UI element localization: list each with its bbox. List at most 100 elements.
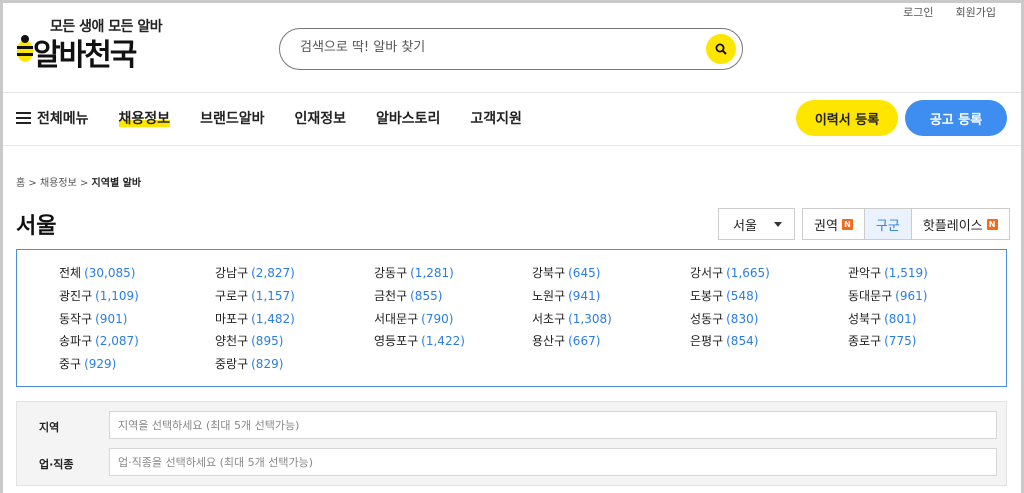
district-name: 영등포구 [374,334,419,348]
filter-footer [16,485,1007,493]
district-name: 금천구 [374,289,408,303]
city-select[interactable]: 서울 [718,208,795,240]
all-menu-button[interactable]: 전체메뉴 [16,108,89,128]
signup-link[interactable]: 회원가입 [956,4,996,20]
district-item[interactable]: 동작구 (901) [59,310,127,327]
district-item[interactable]: 강서구 (1,665) [690,264,770,281]
district-item[interactable]: 전체 (30,085) [59,264,135,281]
district-item[interactable]: 동대문구 (961) [848,287,927,304]
district-count: (829) [251,357,284,371]
nav-item-label: 브랜드알바 [200,111,265,127]
tab-district[interactable]: 구군 [864,209,912,239]
district-item[interactable]: 양천구 (895) [215,332,283,349]
district-list: 전체 (30,085) 강남구 (2,827) 강동구 (1,281) 강북구 (645) 강서… [16,249,1007,387]
district-item[interactable]: 강북구 (645) [532,264,600,281]
filter-panel: 지역 지역을 선택하세요 (최대 5개 선택가능) 업·직종 업·직종을 선택하… [16,401,1007,493]
district-count: (854) [726,334,759,348]
district-item[interactable]: 구로구 (1,157) [215,287,295,304]
region-filter-label: 지역 [39,421,60,434]
tab-label: 권역 [814,218,838,234]
district-name: 강서구 [690,266,724,280]
district-name: 은평구 [690,334,724,348]
tab-hotplace[interactable]: 핫플레이스 N [912,209,1009,239]
all-menu-label: 전체메뉴 [37,111,89,127]
district-count: (1,422) [421,334,465,348]
district-item[interactable]: 중랑구 (829) [215,355,283,372]
district-count: (961) [895,289,928,303]
nav-item-label: 채용정보 [118,111,171,127]
district-name: 노원구 [532,289,566,303]
district-count: (2,827) [251,266,295,280]
district-count: (1,665) [726,266,770,280]
search-button[interactable] [706,34,736,64]
district-name: 성동구 [690,312,724,326]
district-name: 강동구 [374,266,408,280]
district-name: 광진구 [59,289,93,303]
district-name: 마포구 [215,312,249,326]
district-item[interactable]: 송파구 (2,087) [59,332,139,349]
district-count: (1,157) [251,289,295,303]
search-icon [715,43,727,55]
district-item[interactable]: 강동구 (1,281) [374,264,454,281]
nav-item-talent[interactable]: 인재정보 [294,108,346,128]
district-count: (2,087) [95,334,139,348]
district-item[interactable]: 서초구 (1,308) [532,310,612,327]
nav-item-label: 고객지원 [470,111,522,127]
breadcrumb-home[interactable]: 홈 [16,178,25,189]
district-item[interactable]: 은평구 (854) [690,332,758,349]
district-item[interactable]: 강남구 (2,827) [215,264,295,281]
district-count: (30,085) [84,266,136,280]
district-count: (1,109) [95,289,139,303]
district-item[interactable]: 금천구 (855) [374,287,442,304]
top-links: 로그인 회원가입 [903,4,996,20]
district-item[interactable]: 용산구 (667) [532,332,600,349]
post-job-button[interactable]: 공고 등록 [905,100,1007,136]
district-item[interactable]: 성북구 (801) [848,310,916,327]
job-filter-label: 업·직종 [39,458,74,471]
search-bar [279,28,743,70]
district-item[interactable]: 영등포구 (1,422) [374,332,465,349]
tab-label: 구군 [875,218,900,234]
district-name: 서대문구 [374,312,419,326]
district-item[interactable]: 서대문구 (790) [374,310,453,327]
header-divider [3,92,1021,93]
district-name: 중랑구 [215,357,249,371]
district-name: 종로구 [848,334,882,348]
nav-item-support[interactable]: 고객지원 [470,108,522,128]
region-filter-input[interactable]: 지역을 선택하세요 (최대 5개 선택가능) [109,411,997,439]
district-item[interactable]: 광진구 (1,109) [59,287,139,304]
district-name: 강남구 [215,266,249,280]
district-item[interactable]: 성동구 (830) [690,310,758,327]
search-input[interactable] [300,40,700,55]
job-filter-input[interactable]: 업·직종을 선택하세요 (최대 5개 선택가능) [109,448,997,476]
district-name: 도봉구 [690,289,724,303]
new-badge: N [841,218,853,230]
district-name: 관악구 [848,266,882,280]
logo-wordmark: 알바천국 [33,38,137,73]
district-count: (667) [568,334,601,348]
bee-icon [17,35,33,62]
district-item[interactable]: 종로구 (775) [848,332,916,349]
breadcrumb-section[interactable]: 채용정보 [40,178,77,189]
district-count: (790) [421,312,454,326]
tab-region-group[interactable]: 권역 N [803,209,865,239]
district-item[interactable]: 도봉구 (548) [690,287,758,304]
breadcrumb-separator: > [28,178,37,189]
district-count: (855) [410,289,443,303]
district-name: 동작구 [59,312,93,326]
nav-item-label: 인재정보 [294,111,346,127]
nav-item-story[interactable]: 알바스토리 [376,108,440,128]
breadcrumb-current: 지역별 알바 [91,178,142,189]
district-name: 전체 [59,266,82,280]
district-item[interactable]: 마포구 (1,482) [215,310,295,327]
district-item[interactable]: 노원구 (941) [532,287,600,304]
district-item[interactable]: 관악구 (1,519) [848,264,928,281]
district-item[interactable]: 중구 (929) [59,355,116,372]
login-link[interactable]: 로그인 [903,4,933,20]
view-tabs: 권역 N 구군 핫플레이스 N [802,208,1010,240]
district-name: 송파구 [59,334,93,348]
nav-item-brand[interactable]: 브랜드알바 [200,108,264,128]
city-select-value: 서울 [733,218,757,234]
register-resume-button[interactable]: 이력서 등록 [796,100,898,136]
nav-item-jobs[interactable]: 채용정보 [118,108,171,128]
